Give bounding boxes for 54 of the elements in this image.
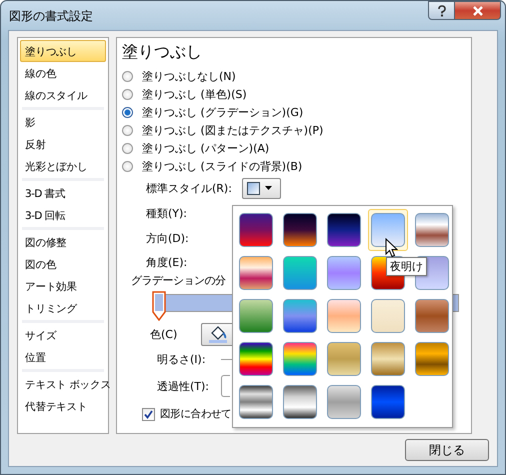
category-item[interactable]: 3-D 回転 — [20, 204, 106, 226]
radio-button[interactable] — [122, 88, 133, 100]
section-heading: 塗りつぶし — [122, 42, 203, 63]
transparency-field[interactable] — [221, 375, 230, 397]
field-label: 色(C) — [150, 326, 178, 342]
help-icon — [436, 4, 446, 16]
category-item[interactable]: 図の修整 — [20, 231, 106, 253]
category-item[interactable]: 3-D 書式 — [20, 182, 106, 204]
check-icon — [144, 410, 153, 418]
radio-button[interactable] — [122, 142, 133, 154]
tooltip: 夜明け — [386, 257, 427, 276]
window-title: 図形の書式設定 — [9, 8, 93, 25]
cursor-icon — [385, 238, 398, 258]
category-item[interactable]: トリミング — [20, 297, 106, 319]
caret-icon — [264, 186, 272, 190]
category-item[interactable]: 線の色 — [20, 62, 106, 84]
field-label: 標準スタイル(R): — [146, 180, 232, 196]
radio-label: 塗りつぶし (図またはテクスチャ)(P) — [142, 122, 324, 138]
category-item[interactable]: 位置 — [20, 346, 106, 368]
category-item[interactable]: 光彩とぼかし — [20, 155, 106, 177]
radio-label: 塗りつぶしなし(N) — [142, 68, 236, 84]
category-item[interactable]: 影 — [20, 111, 106, 133]
field-label: 角度(E): — [146, 254, 188, 270]
field-label: 種類(Y): — [146, 206, 188, 221]
radio-button[interactable] — [122, 70, 133, 82]
radio-label: 塗りつぶし (単色)(S) — [142, 86, 247, 102]
category-item[interactable]: 図の色 — [20, 253, 106, 275]
radio-label: 塗りつぶし (スライドの背景)(B) — [142, 158, 302, 174]
close-button[interactable] — [455, 1, 501, 20]
close-icon — [472, 6, 484, 16]
field-label: 方向(D): — [146, 231, 189, 246]
category-item[interactable]: 代替テキスト — [20, 395, 106, 417]
category-item[interactable]: アート効果 — [20, 275, 106, 297]
radio-label: 塗りつぶし (パターン)(A) — [142, 140, 270, 156]
gradient-swatch-icon — [246, 182, 260, 194]
field-label: 明るさ(I): — [157, 352, 207, 367]
help-button[interactable] — [428, 1, 455, 20]
radio-label: 塗りつぶし (グラデーション)(G) — [142, 104, 304, 120]
radio-button[interactable] — [122, 160, 133, 172]
gradient-preset[interactable] — [368, 209, 408, 251]
checkbox-label: 図形に合わせて — [160, 407, 232, 421]
paint-bucket-icon — [208, 325, 228, 343]
checkbox[interactable] — [142, 408, 155, 420]
stop-handle[interactable] — [152, 291, 166, 321]
radio-button[interactable] — [122, 124, 133, 136]
preset-dropdown[interactable] — [242, 178, 281, 198]
category-item[interactable]: サイズ — [20, 324, 106, 346]
close-dialog-button[interactable]: 閉じる — [405, 439, 489, 461]
category-item[interactable]: 線のスタイル — [20, 84, 106, 106]
field-label: グラデーションの分 — [131, 273, 226, 289]
field-label: 透過性(T): — [157, 378, 210, 394]
radio-button[interactable] — [122, 106, 133, 118]
category-item[interactable]: 反射 — [20, 133, 106, 155]
category-item[interactable]: 塗りつぶし — [20, 40, 106, 62]
